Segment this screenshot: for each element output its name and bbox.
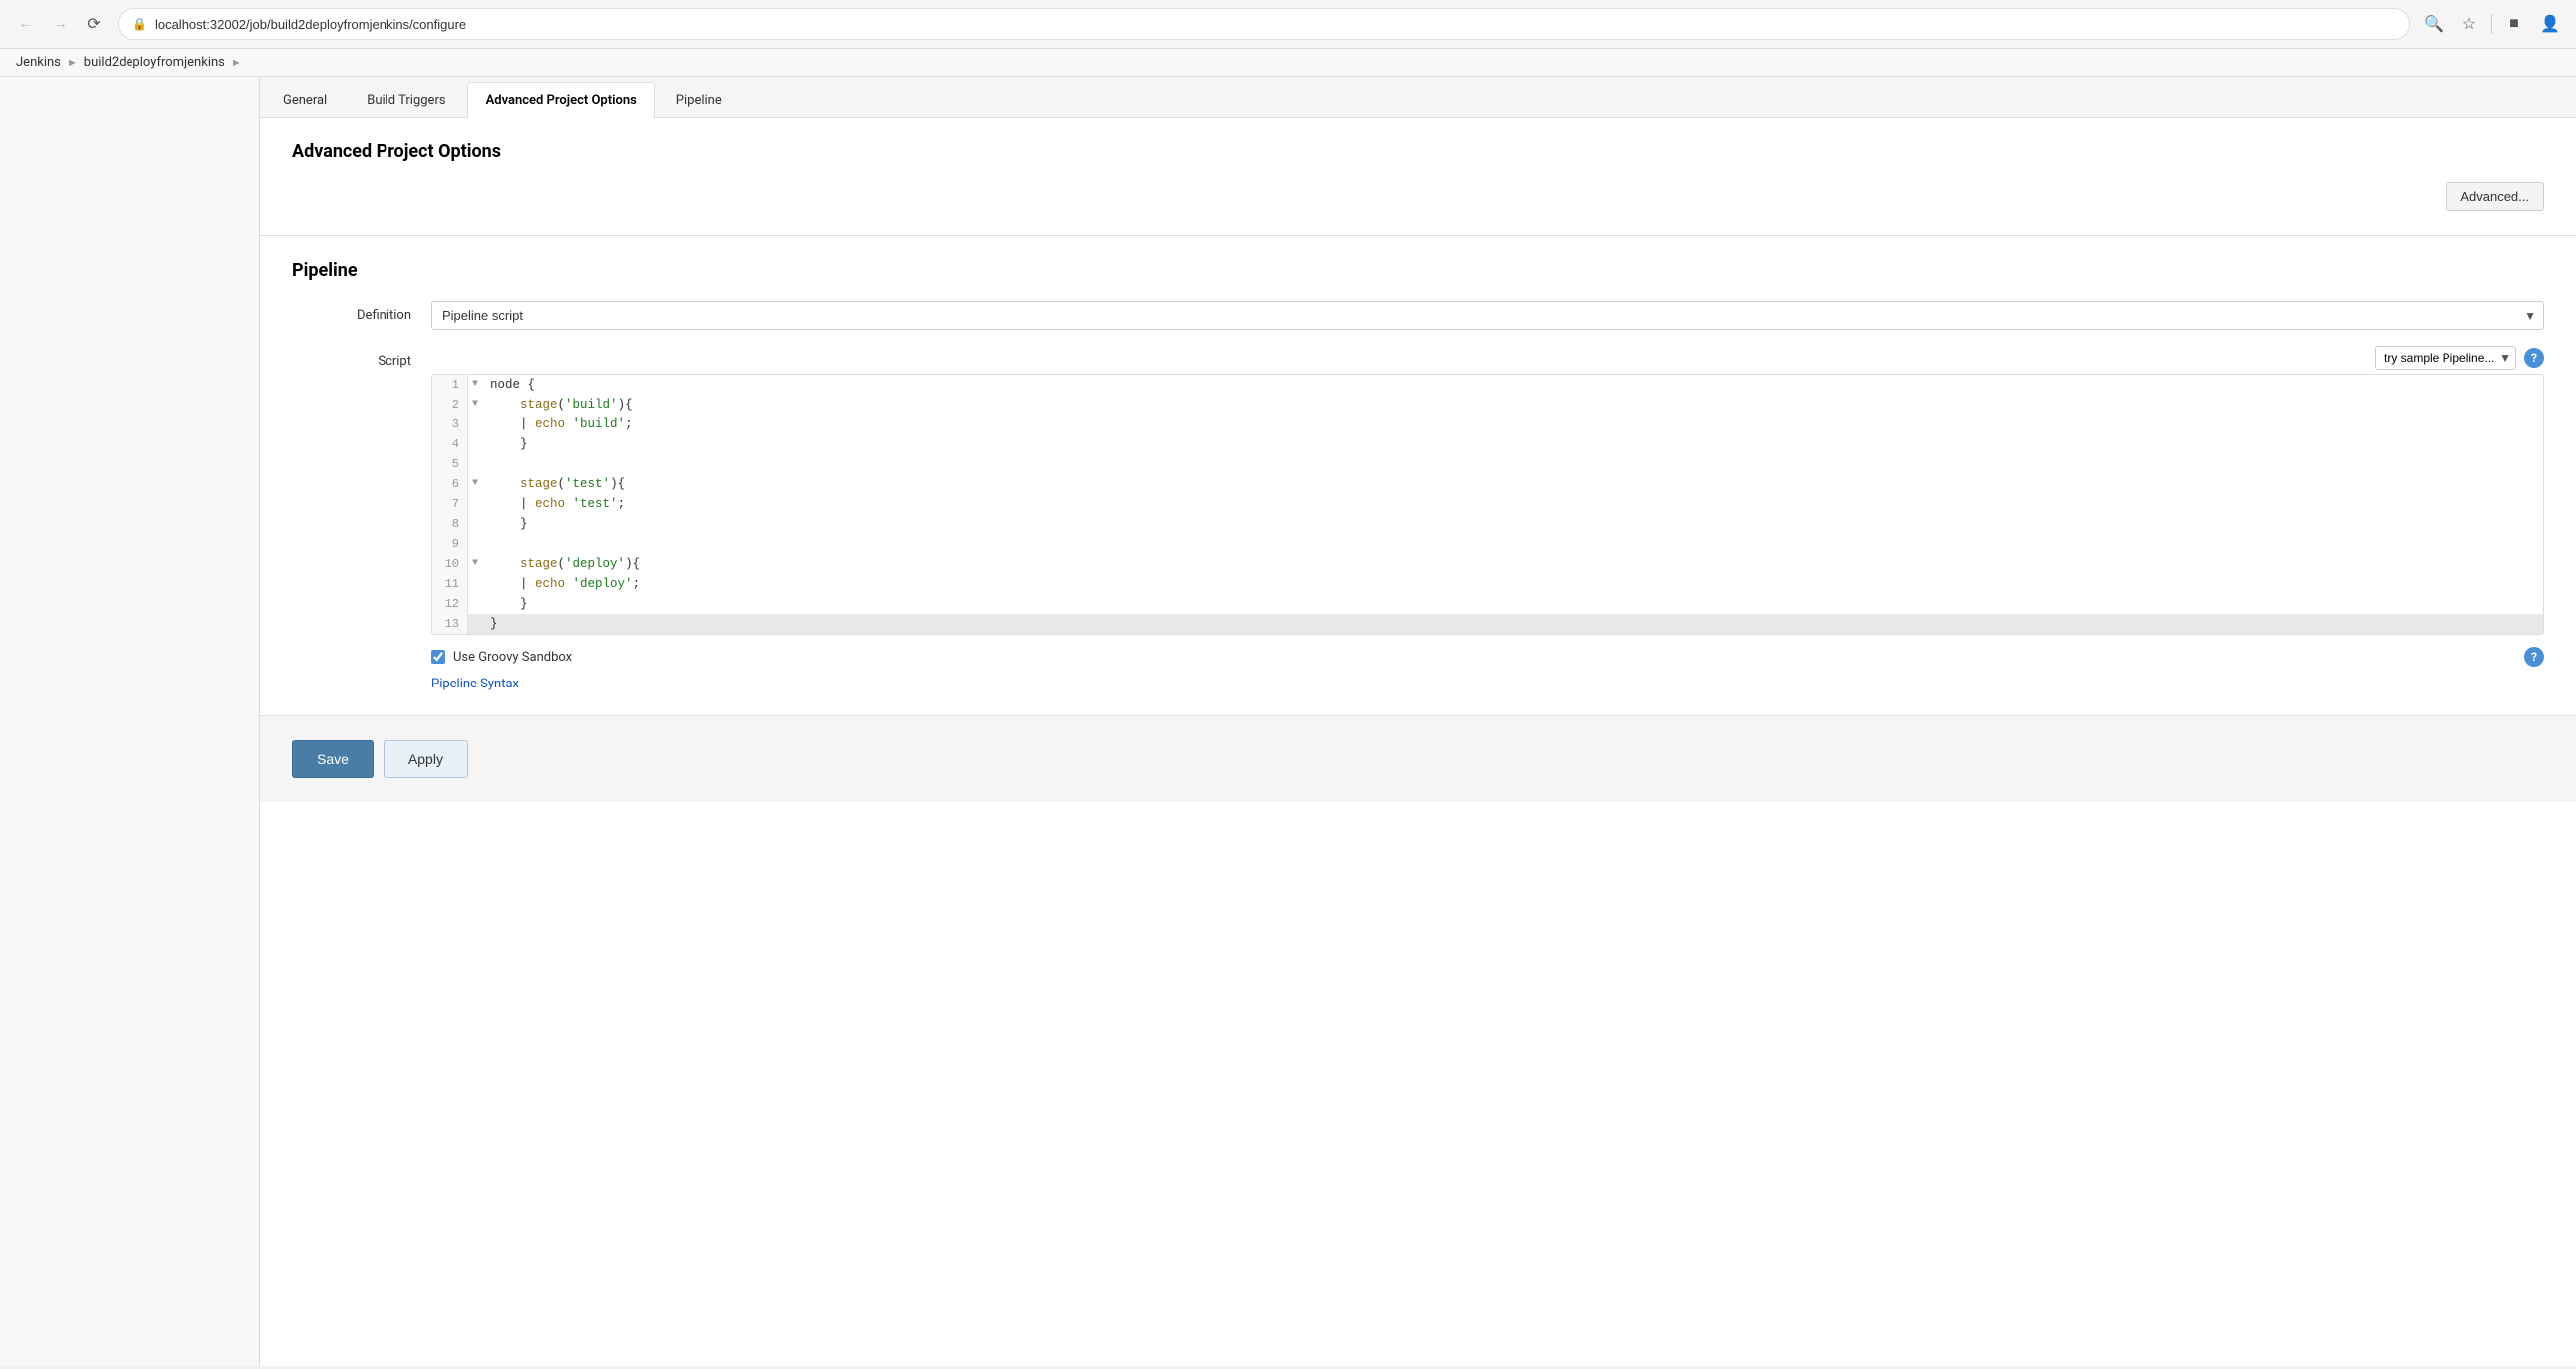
advanced-project-options-title: Advanced Project Options [292, 141, 2544, 162]
script-label: Script [292, 346, 411, 369]
breadcrumb: Jenkins ► build2deployfromjenkins ► [0, 49, 2576, 77]
try-sample-wrapper: try sample Pipeline... Hello World GitHu… [2375, 346, 2516, 370]
pipeline-section: Pipeline Definition Pipeline script Pipe… [260, 236, 2576, 715]
code-line-6: 6 ▼ stage('test'){ [432, 474, 2543, 494]
code-line-12: 12 } [432, 594, 2543, 614]
address-bar[interactable]: 🔒 [118, 8, 2410, 40]
definition-field-row: Definition Pipeline script Pipeline scri… [292, 301, 2544, 330]
tab-build-triggers[interactable]: Build Triggers [348, 82, 464, 118]
code-lines: 1 ▼ node { 2 ▼ stage('build'){ 3 [432, 375, 2543, 634]
forward-button[interactable]: → [46, 10, 74, 38]
try-sample-select[interactable]: try sample Pipeline... Hello World GitHu… [2375, 346, 2516, 370]
code-line-8: 8 } [432, 514, 2543, 534]
code-editor[interactable]: 1 ▼ node { 2 ▼ stage('build'){ 3 [431, 374, 2544, 635]
browser-chrome: ← → ⟳ 🔒 🔍 ☆ ■ 👤 [0, 0, 2576, 49]
definition-control: Pipeline script Pipeline script from SCM… [431, 301, 2544, 330]
tab-advanced-project-options[interactable]: Advanced Project Options [467, 82, 655, 118]
pipeline-syntax-link[interactable]: Pipeline Syntax [431, 677, 519, 691]
extensions-button[interactable]: ■ [2500, 10, 2528, 38]
code-line-11: 11 | echo 'deploy'; [432, 574, 2543, 594]
toolbar-divider [2491, 14, 2492, 34]
definition-select[interactable]: Pipeline script Pipeline script from SCM [431, 301, 2544, 330]
groovy-sandbox-label[interactable]: Use Groovy Sandbox [453, 650, 572, 665]
browser-toolbar: ← → ⟳ 🔒 🔍 ☆ ■ 👤 [0, 0, 2576, 48]
definition-select-wrapper: Pipeline script Pipeline script from SCM… [431, 301, 2544, 330]
pipeline-link-row: Pipeline Syntax [431, 677, 2544, 691]
search-button[interactable]: 🔍 [2420, 10, 2447, 38]
script-help-icon[interactable]: ? [2524, 348, 2544, 368]
apply-button[interactable]: Apply [384, 740, 468, 778]
advanced-btn-row: Advanced... [292, 182, 2544, 211]
code-line-5: 5 [432, 454, 2543, 474]
breadcrumb-jenkins[interactable]: Jenkins [16, 55, 61, 70]
groovy-sandbox-row: Use Groovy Sandbox ? [431, 647, 2544, 667]
advanced-button[interactable]: Advanced... [2446, 182, 2544, 211]
pipeline-title: Pipeline [292, 260, 2544, 281]
advanced-project-options-section: Advanced Project Options Advanced... [260, 118, 2576, 236]
toolbar-actions: 🔍 ☆ ■ 👤 [2420, 10, 2564, 38]
script-editor-container: try sample Pipeline... Hello World GitHu… [431, 346, 2544, 635]
url-input[interactable] [155, 17, 2395, 32]
groovy-sandbox-help-icon[interactable]: ? [2524, 647, 2544, 667]
reload-button[interactable]: ⟳ [80, 10, 108, 38]
code-line-4: 4 } [432, 434, 2543, 454]
code-line-13: 13 } [432, 614, 2543, 634]
script-toolbar: try sample Pipeline... Hello World GitHu… [431, 346, 2544, 370]
breadcrumb-job[interactable]: build2deployfromjenkins [84, 55, 225, 70]
code-line-10: 10 ▼ stage('deploy'){ [432, 554, 2543, 574]
definition-label: Definition [292, 301, 411, 323]
back-button[interactable]: ← [12, 10, 40, 38]
nav-buttons: ← → ⟳ [12, 10, 108, 38]
code-line-9: 9 [432, 534, 2543, 554]
code-line-7: 7 | echo 'test'; [432, 494, 2543, 514]
breadcrumb-sep-1: ► [67, 56, 78, 69]
lock-icon: 🔒 [132, 17, 147, 31]
breadcrumb-sep-2: ► [231, 56, 242, 69]
groovy-sandbox-checkbox[interactable] [431, 650, 445, 664]
code-line-3: 3 | echo 'build'; [432, 414, 2543, 434]
tabs-bar: General Build Triggers Advanced Project … [260, 77, 2576, 118]
save-button[interactable]: Save [292, 740, 374, 778]
code-line-2: 2 ▼ stage('build'){ [432, 395, 2543, 414]
left-sidebar [0, 77, 259, 1366]
page-layout: General Build Triggers Advanced Project … [0, 77, 2576, 1366]
bookmark-button[interactable]: ☆ [2455, 10, 2483, 38]
script-row: Script try sample Pipeline... Hello Worl… [292, 346, 2544, 635]
tab-general[interactable]: General [264, 82, 346, 118]
tab-pipeline[interactable]: Pipeline [657, 82, 741, 118]
code-line-1: 1 ▼ node { [432, 375, 2543, 395]
content-area: General Build Triggers Advanced Project … [259, 77, 2576, 1366]
actions-bar: Save Apply [260, 715, 2576, 802]
profile-button[interactable]: 👤 [2536, 10, 2564, 38]
